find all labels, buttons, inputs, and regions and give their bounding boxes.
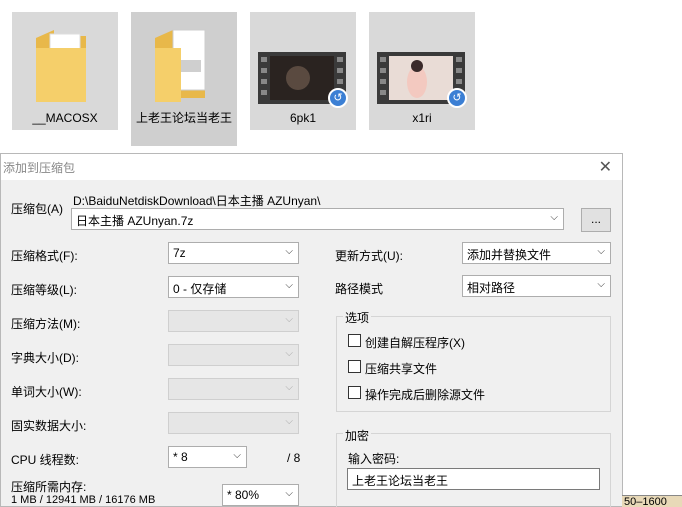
- dialog-title: 添加到压缩包: [3, 161, 76, 175]
- sfx-checkbox[interactable]: [348, 334, 361, 347]
- close-icon[interactable]: ✕: [599, 157, 612, 177]
- chevron-down-icon: ⌵: [285, 416, 293, 427]
- threads-select[interactable]: * 8 ⌵: [168, 446, 247, 468]
- chevron-down-icon: ⌵: [285, 280, 293, 291]
- password-value: 上老王论坛当老王: [352, 474, 449, 488]
- browse-button[interactable]: ...: [581, 208, 611, 232]
- password-input[interactable]: 上老王论坛当老王: [347, 468, 600, 490]
- sfx-label: 创建自解压程序(X): [365, 336, 465, 350]
- folder-icon: [36, 30, 86, 102]
- chevron-down-icon: ⌵: [285, 382, 293, 393]
- dict-select: ⌵: [168, 344, 299, 366]
- solid-label: 固实数据大小:: [11, 419, 87, 433]
- password-label: 输入密码:: [348, 452, 400, 466]
- archive-path: D:\BaiduNetdiskDownload\日本主播 AZUnyan\: [73, 194, 321, 208]
- file-item-folder[interactable]: 上老王论坛当老王: [131, 12, 237, 146]
- path-label: 路径模式: [335, 282, 384, 296]
- threads-total: / 8: [287, 451, 301, 465]
- file-name: 6pk1: [289, 111, 317, 125]
- method-select: ⌵: [168, 310, 299, 332]
- shared-label: 压缩共享文件: [365, 362, 438, 376]
- file-item-x1ri[interactable]: ↺ x1ri: [369, 12, 475, 130]
- method-label: 压缩方法(M):: [11, 317, 81, 331]
- solid-select: ⌵: [168, 412, 299, 434]
- update-label: 更新方式(U):: [335, 249, 403, 263]
- file-item-6pk1[interactable]: ↺ 6pk1: [250, 12, 356, 130]
- options-title: 选项: [343, 309, 372, 326]
- archive-label: 压缩包(A): [11, 202, 63, 216]
- chevron-down-icon: ⌵: [597, 279, 605, 290]
- level-value: 0 - 仅存储: [173, 282, 227, 296]
- dict-label: 字典大小(D):: [11, 351, 79, 365]
- add-to-archive-dialog: 添加到压缩包 ✕ 压缩包(A) D:\BaiduNetdiskDownload\…: [0, 153, 623, 507]
- memory-info: 1 MB / 12941 MB / 16176 MB: [11, 494, 156, 506]
- file-name: x1ri: [412, 111, 432, 125]
- file-name: 上老王论坛当老王: [135, 111, 232, 125]
- threads-value: * 8: [173, 450, 188, 464]
- shared-checkbox[interactable]: [348, 360, 361, 373]
- update-select[interactable]: 添加并替换文件 ⌵: [462, 242, 611, 264]
- archive-name-value: 日本主播 AZUnyan.7z: [76, 214, 194, 228]
- background-window-fragment: 50–1600: [622, 495, 682, 507]
- dialog-titlebar: 添加到压缩包 ✕: [1, 154, 622, 180]
- path-select[interactable]: 相对路径 ⌵: [462, 275, 611, 297]
- chevron-down-icon: ⌵: [233, 450, 241, 461]
- format-value: 7z: [173, 246, 186, 260]
- chevron-down-icon: ⌵: [597, 246, 605, 257]
- memory-label: 压缩所需内存:: [11, 480, 87, 494]
- share-icon: ↺: [447, 88, 467, 108]
- file-item-macosx[interactable]: __MACOSX: [12, 12, 118, 130]
- delete-source-label: 操作完成后删除源文件: [365, 388, 486, 402]
- file-name: __MACOSX: [32, 111, 98, 125]
- word-label: 单词大小(W):: [11, 385, 82, 399]
- memory-select[interactable]: * 80% ⌵: [222, 484, 299, 506]
- format-label: 压缩格式(F):: [11, 249, 78, 263]
- chevron-down-icon: ⌵: [285, 348, 293, 359]
- format-select[interactable]: 7z ⌵: [168, 242, 299, 264]
- threads-label: CPU 线程数:: [11, 453, 80, 467]
- share-icon: ↺: [328, 88, 348, 108]
- encryption-title: 加密: [343, 427, 372, 444]
- word-select: ⌵: [168, 378, 299, 400]
- archive-name-combo[interactable]: 日本主播 AZUnyan.7z ⌵: [71, 208, 564, 230]
- chevron-down-icon: ⌵: [285, 488, 293, 499]
- level-label: 压缩等级(L):: [11, 283, 78, 297]
- memory-value: * 80%: [227, 488, 260, 502]
- path-value: 相对路径: [467, 281, 516, 295]
- delete-source-checkbox[interactable]: [348, 386, 361, 399]
- update-value: 添加并替换文件: [467, 248, 552, 262]
- chevron-down-icon: ⌵: [285, 246, 293, 257]
- chevron-down-icon: ⌵: [285, 314, 293, 325]
- level-select[interactable]: 0 - 仅存储 ⌵: [168, 276, 299, 298]
- folder-icon: [155, 29, 206, 102]
- chevron-down-icon: ⌵: [550, 212, 558, 223]
